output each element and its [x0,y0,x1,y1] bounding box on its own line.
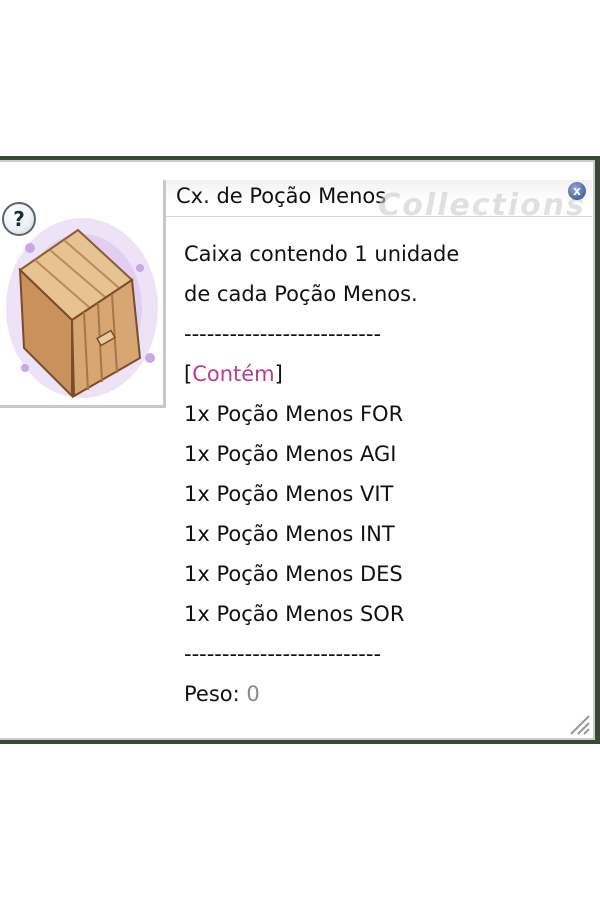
item-description: Caixa contendo 1 unidade de cada Poção M… [184,234,584,714]
item-title: Cx. de Poção Menos [176,184,387,208]
content-item: 1x Poção Menos AGI [184,442,397,466]
item-icon-panel: ? [0,180,166,408]
separator: -------------------------- [184,322,382,346]
title-bar[interactable]: Cx. de Poção Menos Collections x [166,180,592,223]
collections-watermark: Collections [378,188,586,223]
content-item: 1x Poção Menos INT [184,522,395,546]
contains-label: Contém [192,362,275,386]
question-mark-icon[interactable]: ? [2,202,36,236]
content-item: 1x Poção Menos FOR [184,402,404,426]
content-item: 1x Poção Menos VIT [184,482,394,506]
separator: -------------------------- [184,642,382,666]
description-line: Caixa contendo 1 unidade [184,242,460,266]
weight-label: Peso: [184,682,247,706]
contains-header: [Contém] [184,354,584,394]
resize-grip-icon[interactable] [565,710,591,736]
content-item: 1x Poção Menos DES [184,562,403,586]
item-info-window: ? Cx. de Poção Menos Collections x Caixa… [0,160,595,740]
description-line: de cada Poção Menos. [184,282,418,306]
contains-bracket-open: [ [184,362,193,386]
weight-row: Peso: 0 [184,674,584,714]
close-icon[interactable]: x [568,182,586,200]
contains-bracket-close: ] [274,362,283,386]
wooden-crate-icon [6,218,158,399]
weight-value: 0 [246,682,260,706]
content-item: 1x Poção Menos SOR [184,602,405,626]
